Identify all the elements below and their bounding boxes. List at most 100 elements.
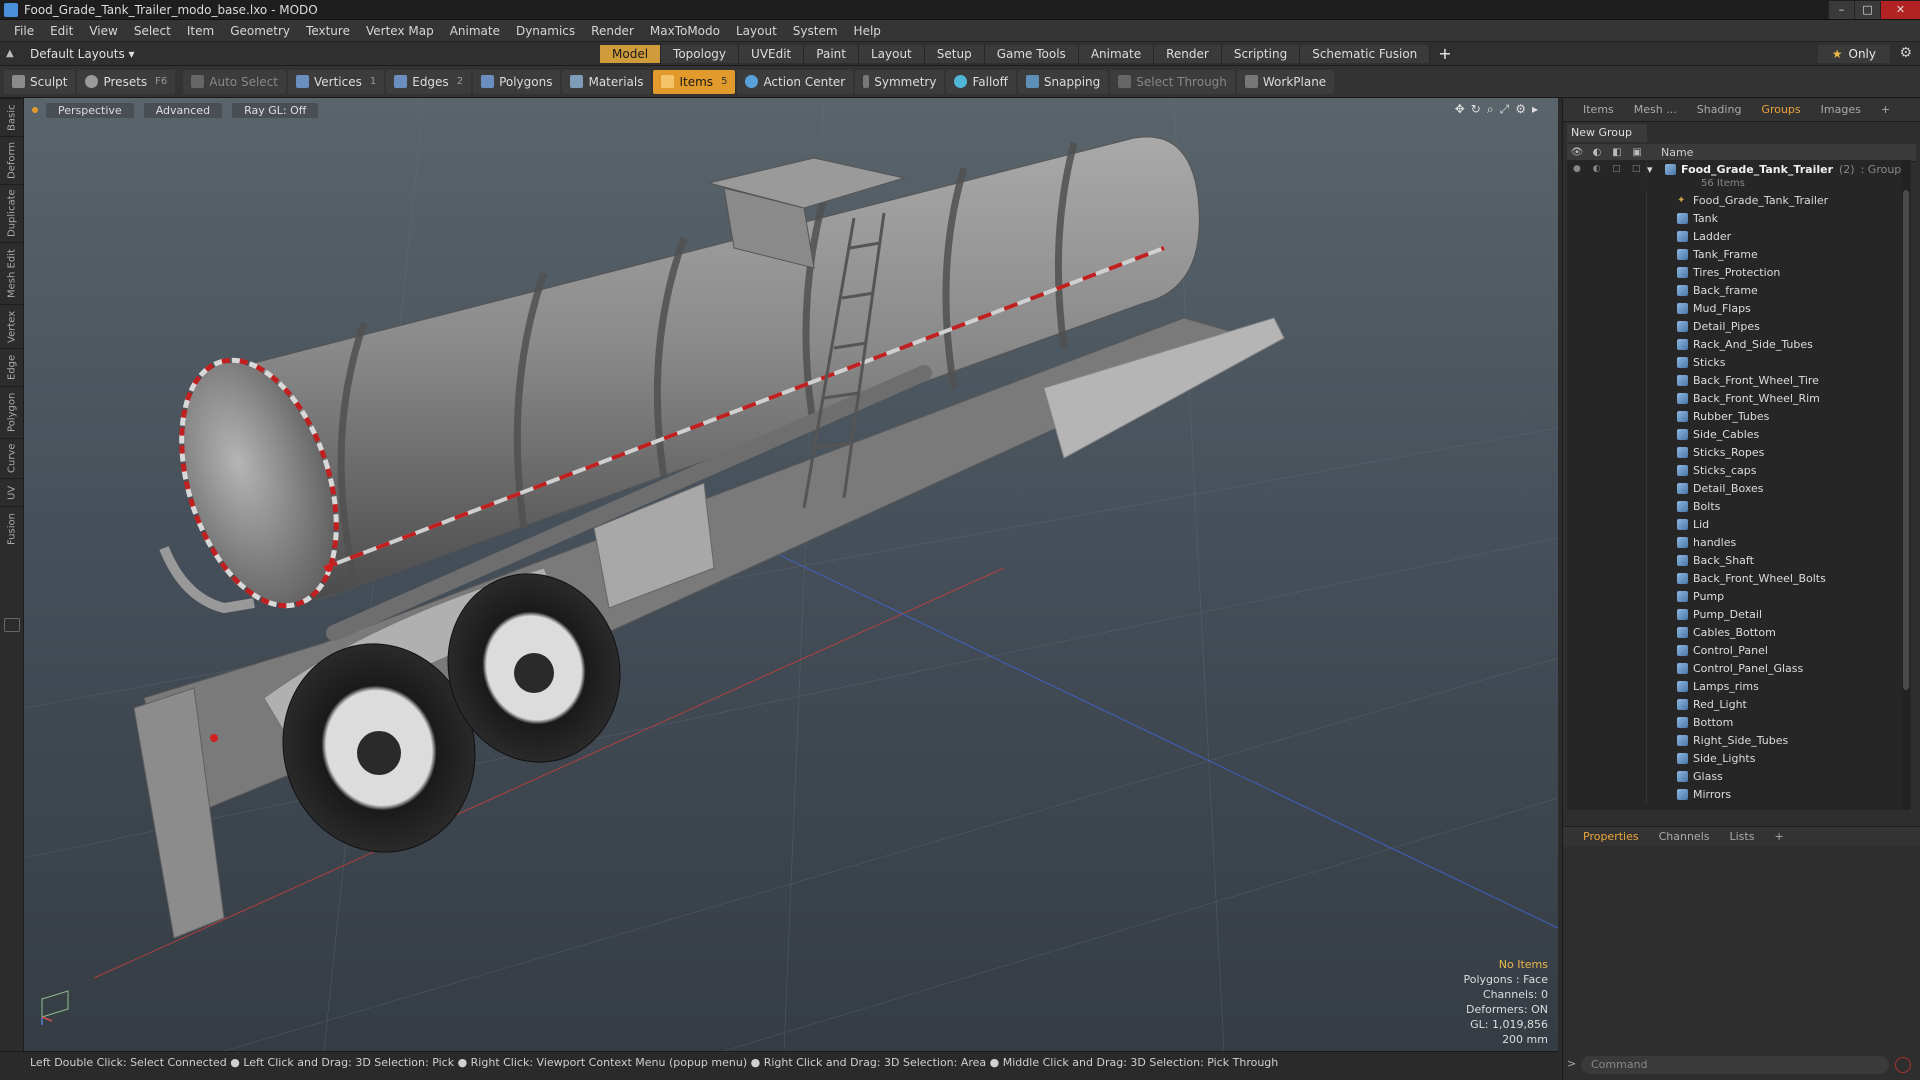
group-item-row[interactable]: Detail_Boxes (1567, 479, 1911, 497)
group-item-row[interactable]: Side_Cables (1567, 425, 1911, 443)
group-item-row[interactable]: Mirrors (1567, 785, 1911, 803)
tab-groups[interactable]: Groups (1751, 103, 1810, 116)
name-column-header[interactable]: Name (1661, 146, 1693, 159)
tab-animate[interactable]: Animate (1078, 44, 1155, 63)
tab-mesh[interactable]: Mesh ... (1624, 103, 1687, 116)
visibility-column-icon[interactable]: 👁 (1567, 147, 1587, 158)
vtab-uv[interactable]: UV (0, 478, 24, 506)
viewport-menu-icon[interactable]: ▸ (1532, 102, 1538, 117)
group-item-row[interactable]: Lid (1567, 515, 1911, 533)
group-item-row[interactable]: Back_Front_Wheel_Tire (1567, 371, 1911, 389)
tab-paint[interactable]: Paint (804, 44, 859, 63)
group-item-row[interactable]: Red_Light (1567, 695, 1911, 713)
close-button[interactable]: ✕ (1880, 0, 1920, 19)
group-item-row[interactable]: Right_Side_Tubes (1567, 731, 1911, 749)
group-item-row[interactable]: Back_Shaft (1567, 551, 1911, 569)
edges-button[interactable]: Edges 2 (386, 69, 472, 94)
tab-topology[interactable]: Topology (661, 44, 740, 63)
tab-schematic-fusion[interactable]: Schematic Fusion (1300, 44, 1431, 63)
tool-palette-toggle[interactable] (4, 618, 20, 632)
add-properties-tab-button[interactable]: + (1764, 830, 1793, 843)
vtab-duplicate[interactable]: Duplicate (0, 184, 24, 242)
tab-channels[interactable]: Channels (1649, 830, 1720, 843)
group-item-row[interactable]: Bolts (1567, 497, 1911, 515)
menu-vertex-map[interactable]: Vertex Map (358, 24, 442, 38)
polygons-button[interactable]: Polygons (473, 69, 561, 94)
group-item-row[interactable]: Lamps_rims (1567, 677, 1911, 695)
group-item-row[interactable]: Ladder (1567, 227, 1911, 245)
stop-icon[interactable] (1895, 1057, 1911, 1073)
group-item-row[interactable]: Control_Panel (1567, 641, 1911, 659)
new-group-button[interactable]: New Group (1567, 124, 1647, 142)
scrollbar-thumb[interactable] (1903, 190, 1909, 690)
menu-geometry[interactable]: Geometry (222, 24, 298, 38)
menu-edit[interactable]: Edit (42, 24, 81, 38)
group-item-row[interactable]: Back_frame (1567, 281, 1911, 299)
group-item-row[interactable]: Sticks (1567, 353, 1911, 371)
3d-viewport[interactable]: Perspective Advanced Ray GL: Off ✥ ↻ ⌕ ⤢… (24, 98, 1558, 1051)
group-item-row[interactable]: Pump (1567, 587, 1911, 605)
tab-shading[interactable]: Shading (1687, 103, 1752, 116)
vertices-button[interactable]: Vertices 1 (287, 69, 385, 94)
group-item-row[interactable]: Sticks_caps (1567, 461, 1911, 479)
select-icon[interactable]: □ (1626, 160, 1646, 178)
group-item-row[interactable]: ✦ Food_Grade_Tank_Trailer (1567, 191, 1911, 209)
pan-icon[interactable]: ✥ (1455, 102, 1465, 117)
minimize-button[interactable]: – (1828, 0, 1854, 19)
vtab-basic[interactable]: Basic (0, 98, 24, 136)
group-item-row[interactable]: Rack_And_Side_Tubes (1567, 335, 1911, 353)
maximize-viewport-icon[interactable]: ⤢ (1500, 102, 1510, 117)
menu-layout[interactable]: Layout (728, 24, 785, 38)
vtab-fusion[interactable]: Fusion (0, 506, 24, 552)
workplane-button[interactable]: WorkPlane (1236, 69, 1335, 94)
vtab-polygon[interactable]: Polygon (0, 386, 24, 438)
tab-model[interactable]: Model (600, 44, 662, 63)
group-item-row[interactable]: Cables_Bottom (1567, 623, 1911, 641)
symmetry-button[interactable]: Symmetry (855, 69, 945, 94)
group-item-row[interactable]: Back_Front_Wheel_Bolts (1567, 569, 1911, 587)
zoom-icon[interactable]: ⌕ (1487, 102, 1494, 117)
select-column-icon[interactable]: ▣ (1627, 147, 1647, 158)
presets-button[interactable]: Presets F6 (77, 69, 176, 94)
menu-view[interactable]: View (81, 24, 125, 38)
group-item-row[interactable]: Side_Lights (1567, 749, 1911, 767)
expand-arrow-icon[interactable]: ▾ (1647, 163, 1665, 176)
group-row[interactable]: ● ◐ □ □ ▾ Food_Grade_Tank_Trailer (2) : Gro… (1567, 160, 1911, 178)
command-input[interactable]: Command (1581, 1056, 1889, 1074)
group-item-row[interactable]: Back_Front_Wheel_Rim (1567, 389, 1911, 407)
group-item-row[interactable]: Mud_Flaps (1567, 299, 1911, 317)
render-icon[interactable]: ◐ (1587, 160, 1607, 178)
vtab-edge[interactable]: Edge (0, 348, 24, 386)
group-item-row[interactable]: Pump_Detail (1567, 605, 1911, 623)
menu-item[interactable]: Item (179, 24, 222, 38)
tab-uvedit[interactable]: UVEdit (739, 44, 805, 63)
menu-texture[interactable]: Texture (298, 24, 358, 38)
raygl-button[interactable]: Ray GL: Off (232, 102, 319, 118)
falloff-button[interactable]: Falloff (946, 69, 1016, 94)
tab-setup[interactable]: Setup (924, 44, 985, 63)
group-item-row[interactable]: Bottom (1567, 713, 1911, 731)
tab-lists[interactable]: Lists (1720, 830, 1765, 843)
view-type-button[interactable]: Perspective (46, 102, 134, 118)
auto-select-button[interactable]: Auto Select (183, 69, 286, 94)
add-tab-button[interactable]: + (1438, 44, 1451, 63)
tab-properties[interactable]: Properties (1573, 830, 1649, 843)
action-center-button[interactable]: Action Center (737, 69, 854, 94)
layout-selector-label[interactable]: Default Layouts ▾ (30, 47, 135, 61)
menu-render[interactable]: Render (583, 24, 642, 38)
group-item-row[interactable]: Detail_Pipes (1567, 317, 1911, 335)
tab-images[interactable]: Images (1811, 103, 1871, 116)
tab-items[interactable]: Items (1573, 103, 1624, 116)
tab-layout[interactable]: Layout (858, 44, 925, 63)
rotate-icon[interactable]: ↻ (1471, 102, 1481, 117)
gear-icon[interactable]: ⚙ (1899, 45, 1912, 61)
group-item-row[interactable]: Tank (1567, 209, 1911, 227)
vtab-deform[interactable]: Deform (0, 136, 24, 184)
lock-icon[interactable]: □ (1607, 160, 1627, 178)
tab-scripting[interactable]: Scripting (1221, 44, 1301, 63)
render-column-icon[interactable]: ◐ (1587, 147, 1607, 158)
group-item-row[interactable]: Glass (1567, 767, 1911, 785)
group-item-row[interactable]: Rubber_Tubes (1567, 407, 1911, 425)
menu-animate[interactable]: Animate (442, 24, 508, 38)
group-item-row[interactable]: handles (1567, 533, 1911, 551)
